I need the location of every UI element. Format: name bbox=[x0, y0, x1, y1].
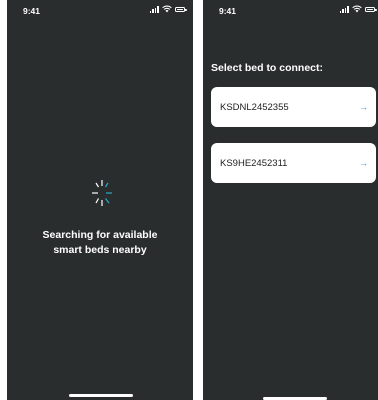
arrow-right-icon: → bbox=[359, 102, 368, 112]
arrow-right-icon: → bbox=[359, 158, 368, 168]
status-icons bbox=[339, 5, 377, 13]
status-time: 9:41 bbox=[23, 6, 41, 16]
signal-icon bbox=[339, 5, 349, 13]
wifi-icon bbox=[162, 5, 172, 13]
searching-screen: 9:41 Searching for available smart beds … bbox=[7, 0, 193, 400]
page-title: Select bed to connect: bbox=[211, 62, 324, 74]
battery-icon bbox=[365, 6, 377, 12]
searching-message: Searching for available smart beds nearb… bbox=[7, 228, 193, 258]
status-bar: 9:41 bbox=[7, 0, 193, 22]
searching-message-line2: smart beds nearby bbox=[53, 244, 147, 256]
status-icons bbox=[149, 5, 187, 13]
home-indicator[interactable] bbox=[69, 394, 133, 397]
select-bed-screen: 9:41 Select bed to connect: KSDNL2452355… bbox=[203, 0, 378, 400]
status-bar: 9:41 bbox=[203, 0, 378, 22]
bed-option-KSDNL2452355[interactable]: KSDNL2452355 → bbox=[211, 87, 376, 127]
searching-message-line1: Searching for available bbox=[42, 229, 158, 241]
bed-id-label: KSDNL2452355 bbox=[220, 101, 289, 113]
bed-id-label: KS9HE2452311 bbox=[220, 157, 288, 169]
wifi-icon bbox=[352, 5, 362, 13]
bed-option-KS9HE2452311[interactable]: KS9HE2452311 → bbox=[211, 143, 376, 183]
status-time: 9:41 bbox=[219, 6, 237, 16]
battery-icon bbox=[175, 6, 187, 12]
signal-icon bbox=[149, 5, 159, 13]
loading-spinner-icon bbox=[92, 180, 112, 206]
